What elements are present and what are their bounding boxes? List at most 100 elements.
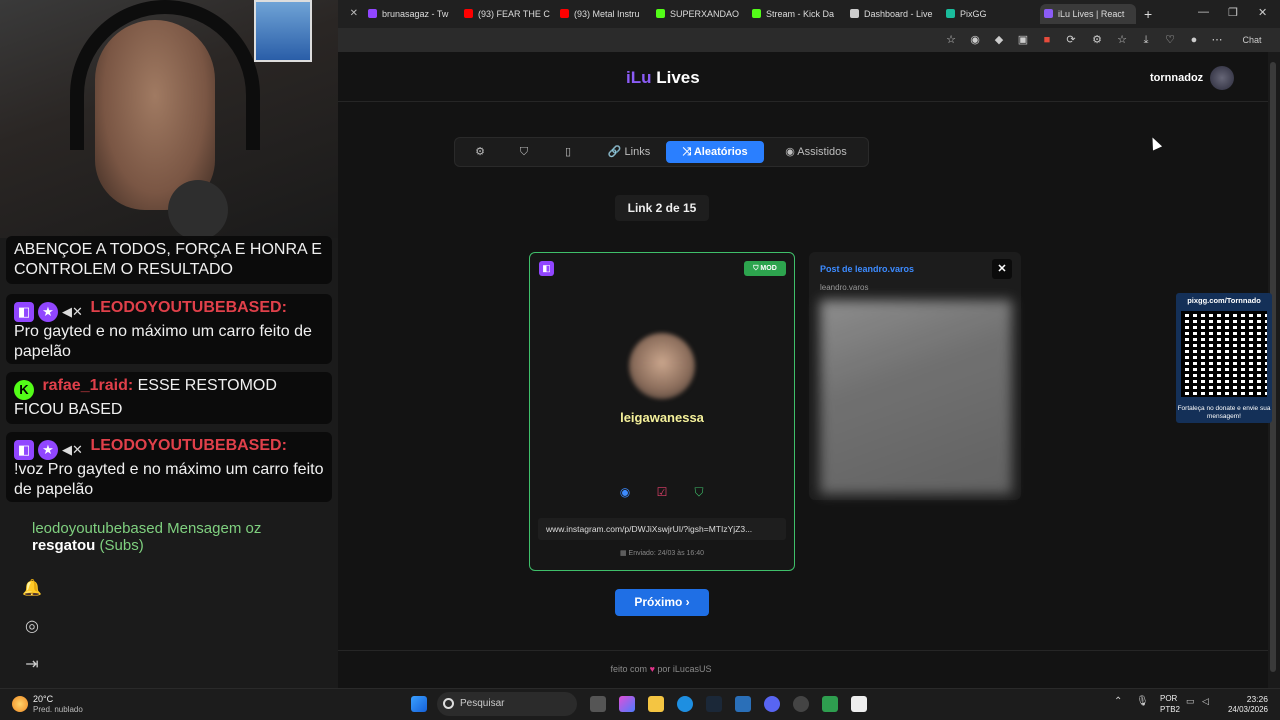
- tab-watched[interactable]: ◉ Assistidos: [772, 141, 860, 163]
- weather-description[interactable]: Pred. nublado: [33, 705, 83, 714]
- redeem-scrambled-text: leodoyoutubebased Mensagem oz: [32, 520, 262, 537]
- bookmark-icon[interactable]: ▯: [556, 141, 580, 163]
- weather-temperature[interactable]: 20°C: [33, 694, 53, 704]
- tab-title: (93) Metal Instru: [574, 9, 640, 19]
- pixgg-icon: [946, 9, 955, 18]
- favorite-star-icon[interactable]: ☆: [944, 33, 958, 47]
- weather-icon[interactable]: [12, 696, 28, 712]
- browser-tab[interactable]: PixGG: [946, 4, 1032, 24]
- footer-prefix: feito com: [610, 664, 648, 674]
- redeem-alert: leodoyoutubebased Mensagem oz resgatou (…: [32, 520, 312, 580]
- heart-icon: ♥: [649, 664, 655, 674]
- kick-icon: [752, 9, 761, 18]
- tab-random[interactable]: ⤨ Aleatórios: [666, 141, 764, 163]
- browser-tab[interactable]: SUPERXANDAO: [656, 4, 742, 24]
- obs-icon[interactable]: [793, 696, 809, 712]
- shield-icon[interactable]: ⛉: [512, 141, 536, 163]
- photos-icon[interactable]: [735, 696, 751, 712]
- shield-icon[interactable]: ⛉: [692, 485, 706, 499]
- minimize-icon[interactable]: —: [1198, 6, 1209, 18]
- chat-text: !voz Pro gayted e no máximo um carro fei…: [14, 461, 324, 498]
- link-url[interactable]: www.instagram.com/p/DWJiXswjrUI/?igsh=MT…: [538, 518, 786, 540]
- extension-icon[interactable]: ◆: [992, 33, 1006, 47]
- copilot-chat-button[interactable]: Chat: [1234, 33, 1270, 47]
- task-view-icon[interactable]: [590, 696, 606, 712]
- browser-tab[interactable]: (93) Metal Instru: [560, 4, 646, 24]
- clock-time[interactable]: 23:26: [1230, 694, 1268, 704]
- tab-title: Dashboard - Live: [864, 9, 933, 19]
- download-icon[interactable]: ⤓: [1139, 33, 1153, 47]
- tab-label: Assistidos: [797, 146, 847, 158]
- tab-label: Aleatórios: [693, 146, 748, 158]
- extension-icon[interactable]: ■: [1040, 33, 1054, 47]
- file-explorer-icon[interactable]: [648, 696, 664, 712]
- stream-caption: ABENÇOE A TODOS, FORÇA E HONRA E CONTROL…: [6, 236, 332, 284]
- chat-message: ◧ ★ ◀✕ LEODOYOUTUBEBASED: Pro gayted e no …: [6, 294, 332, 364]
- browser-tab[interactable]: (93) FEAR THE C: [464, 4, 550, 24]
- maximize-icon[interactable]: ❐: [1228, 6, 1238, 19]
- copilot-icon[interactable]: [619, 696, 635, 712]
- heart-pulse-icon[interactable]: ♡: [1163, 33, 1177, 47]
- checkbox-icon[interactable]: ☑: [655, 485, 669, 499]
- settings-gear-icon[interactable]: ⚙: [468, 141, 492, 163]
- eye-icon[interactable]: ◉: [618, 485, 632, 499]
- youtube-icon: [464, 9, 473, 18]
- language-indicator[interactable]: POR: [1160, 694, 1177, 703]
- shuffle-icon: ⤨: [682, 146, 692, 158]
- refresh-icon[interactable]: ⟳: [1064, 33, 1078, 47]
- chevron-up-icon[interactable]: ⌃: [1114, 696, 1126, 712]
- preview-title[interactable]: Post de leandro.varos: [820, 264, 914, 274]
- more-options-icon[interactable]: ⋯: [1210, 33, 1224, 47]
- new-tab-button[interactable]: +: [1144, 4, 1156, 24]
- volume-icon[interactable]: ◁: [1202, 696, 1212, 712]
- chat-username: LEODOYOUTUBEBASED:: [90, 299, 287, 316]
- discord-icon[interactable]: [764, 696, 780, 712]
- profile-icon[interactable]: ●: [1187, 33, 1201, 47]
- user-name[interactable]: tornnadoz: [1150, 72, 1203, 84]
- chat-text: Pro gayted e no máximo um carro feito de…: [14, 323, 312, 360]
- close-window-icon[interactable]: ✕: [1258, 6, 1267, 19]
- extension-icon[interactable]: ▣: [1016, 33, 1030, 47]
- logo-prefix: iLu: [626, 68, 652, 87]
- tab-close-icon[interactable]: ✕: [348, 4, 358, 24]
- edge-icon[interactable]: [677, 696, 693, 712]
- chat-label: Chat: [1242, 35, 1262, 45]
- clock-date[interactable]: 24/03/2026: [1222, 705, 1268, 714]
- help-icon[interactable]: ◎: [22, 616, 42, 636]
- browser-tab[interactable]: Stream - Kick Da: [752, 4, 838, 24]
- steam-icon[interactable]: [706, 696, 722, 712]
- tab-title: brunasagaz - Tw: [382, 9, 449, 19]
- app-icon[interactable]: [822, 696, 838, 712]
- tab-title: PixGG: [960, 9, 987, 19]
- tab-title: Stream - Kick Da: [766, 9, 835, 19]
- twitch-icon: ◧: [14, 440, 34, 460]
- next-button[interactable]: Próximo ›: [615, 589, 709, 616]
- notepad-icon[interactable]: [851, 696, 867, 712]
- close-icon[interactable]: ✕: [992, 259, 1012, 279]
- tab-title: (93) FEAR THE C: [478, 9, 550, 19]
- app-logo[interactable]: iLu Lives: [626, 68, 700, 88]
- browser-tab[interactable]: brunasagaz - Tw: [368, 4, 454, 24]
- keyboard-layout[interactable]: PTB2: [1160, 705, 1180, 714]
- user-avatar[interactable]: [1210, 66, 1234, 90]
- network-icon[interactable]: ▭: [1186, 696, 1196, 712]
- microphone-graphic: [168, 180, 228, 240]
- pixgg-note: Fortaleça no donate e envie sua mensagem…: [1177, 405, 1271, 420]
- bell-icon[interactable]: 🔔: [22, 578, 42, 598]
- logout-icon[interactable]: ⇥: [22, 654, 42, 674]
- extension-icon[interactable]: ⚙: [1090, 33, 1104, 47]
- browser-tab[interactable]: Dashboard - Live: [850, 4, 936, 24]
- windows-start-icon[interactable]: [411, 696, 427, 712]
- redeem-action: resgatou: [32, 537, 96, 554]
- search-placeholder: Pesquisar: [460, 698, 505, 709]
- footer: feito com ♥ por iLucasUS: [338, 664, 984, 674]
- link-counter: Link 2 de 15: [615, 195, 709, 221]
- kick-icon: K: [14, 380, 34, 400]
- extension-icon[interactable]: ◉: [968, 33, 982, 47]
- browser-tab-active[interactable]: iLu Lives | React: [1040, 4, 1136, 24]
- microphone-icon[interactable]: 🎙: [1136, 696, 1149, 712]
- taskbar-search[interactable]: Pesquisar: [437, 692, 577, 716]
- tab-links[interactable]: 🔗 Links: [600, 141, 658, 163]
- collections-icon[interactable]: ☆: [1115, 33, 1129, 47]
- link-icon: 🔗: [607, 146, 622, 158]
